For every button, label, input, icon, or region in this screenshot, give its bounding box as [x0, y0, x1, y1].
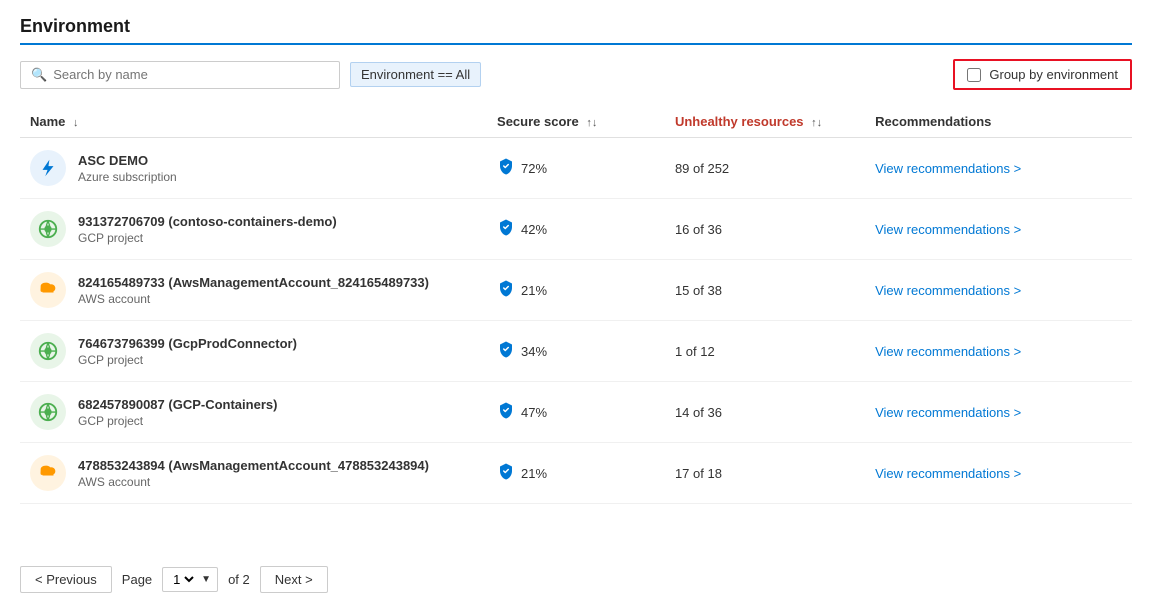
col-header-recommendations: Recommendations: [865, 106, 1132, 138]
shield-icon-5: [497, 462, 515, 485]
cell-unhealthy-5: 17 of 18: [665, 443, 865, 504]
resource-icon-3: [30, 333, 66, 369]
secure-score-sort-icon[interactable]: ↑↓: [586, 117, 597, 129]
cell-score-4: 47%: [487, 382, 665, 443]
search-box: 🔍: [20, 61, 340, 89]
unhealthy-value-0: 89 of 252: [675, 161, 729, 176]
filter-tag-label: Environment == All: [361, 67, 470, 82]
previous-button[interactable]: < Previous: [20, 566, 112, 593]
cell-recommendations-0: View recommendations >: [865, 138, 1132, 199]
score-value-4: 47%: [521, 405, 547, 420]
table-row: 478853243894 (AwsManagementAccount_47885…: [20, 443, 1132, 504]
shield-icon-2: [497, 279, 515, 302]
name-sort-icon[interactable]: ↓: [73, 117, 79, 129]
shield-icon-0: [497, 157, 515, 180]
table-row: 931372706709 (contoso-containers-demo) G…: [20, 199, 1132, 260]
view-recommendations-link-0[interactable]: View recommendations >: [875, 161, 1021, 176]
cell-score-0: 72%: [487, 138, 665, 199]
view-recommendations-link-3[interactable]: View recommendations >: [875, 344, 1021, 359]
cell-unhealthy-3: 1 of 12: [665, 321, 865, 382]
unhealthy-sort-icon[interactable]: ↑↓: [811, 117, 822, 129]
search-input[interactable]: [53, 67, 329, 82]
next-button[interactable]: Next >: [260, 566, 328, 593]
score-value-5: 21%: [521, 466, 547, 481]
score-value-1: 42%: [521, 222, 547, 237]
table-scroll-area: Name ↓ Secure score ↑↓ Unhealthy resourc…: [20, 106, 1132, 554]
view-recommendations-link-2[interactable]: View recommendations >: [875, 283, 1021, 298]
cell-name-5: 478853243894 (AwsManagementAccount_47885…: [20, 443, 487, 504]
resource-name-1: 931372706709 (contoso-containers-demo): [78, 214, 337, 229]
chevron-down-icon: ▼: [201, 574, 211, 585]
table-row: 764673796399 (GcpProdConnector) GCP proj…: [20, 321, 1132, 382]
resource-icon-1: [30, 211, 66, 247]
resource-type-2: AWS account: [78, 292, 429, 306]
of-total-pages: of 2: [228, 572, 250, 587]
cell-recommendations-4: View recommendations >: [865, 382, 1132, 443]
cell-recommendations-3: View recommendations >: [865, 321, 1132, 382]
col-header-secure-score[interactable]: Secure score ↑↓: [487, 106, 665, 138]
cell-score-3: 34%: [487, 321, 665, 382]
page-select-wrap: 12 ▼: [162, 567, 218, 592]
cell-score-5: 21%: [487, 443, 665, 504]
environment-filter-tag[interactable]: Environment == All: [350, 62, 481, 87]
col-header-name[interactable]: Name ↓: [20, 106, 487, 138]
cell-name-0: ASC DEMO Azure subscription: [20, 138, 487, 199]
unhealthy-value-4: 14 of 36: [675, 405, 722, 420]
cell-recommendations-2: View recommendations >: [865, 260, 1132, 321]
cell-unhealthy-4: 14 of 36: [665, 382, 865, 443]
resource-type-4: GCP project: [78, 414, 277, 428]
resource-icon-4: [30, 394, 66, 430]
resource-name-5: 478853243894 (AwsManagementAccount_47885…: [78, 458, 429, 473]
cell-unhealthy-2: 15 of 38: [665, 260, 865, 321]
resource-name-3: 764673796399 (GcpProdConnector): [78, 336, 297, 351]
unhealthy-value-5: 17 of 18: [675, 466, 722, 481]
table-row: 682457890087 (GCP-Containers) GCP projec…: [20, 382, 1132, 443]
page-select[interactable]: 12: [169, 571, 197, 588]
resource-icon-5: [30, 455, 66, 491]
table-row: ASC DEMO Azure subscription 72%: [20, 138, 1132, 199]
resource-icon-0: [30, 150, 66, 186]
search-icon: 🔍: [31, 67, 47, 83]
resource-name-4: 682457890087 (GCP-Containers): [78, 397, 277, 412]
table-row: 824165489733 (AwsManagementAccount_82416…: [20, 260, 1132, 321]
shield-icon-4: [497, 401, 515, 424]
environments-table: Name ↓ Secure score ↑↓ Unhealthy resourc…: [20, 106, 1132, 504]
cell-score-1: 42%: [487, 199, 665, 260]
cell-recommendations-1: View recommendations >: [865, 199, 1132, 260]
page-title: Environment: [20, 16, 1132, 45]
cell-name-2: 824165489733 (AwsManagementAccount_82416…: [20, 260, 487, 321]
group-by-environment-label: Group by environment: [989, 67, 1118, 82]
cell-recommendations-5: View recommendations >: [865, 443, 1132, 504]
cell-name-1: 931372706709 (contoso-containers-demo) G…: [20, 199, 487, 260]
pagination-bar: < Previous Page 12 ▼ of 2 Next >: [20, 566, 1132, 593]
resource-name-2: 824165489733 (AwsManagementAccount_82416…: [78, 275, 429, 290]
cell-name-3: 764673796399 (GcpProdConnector) GCP proj…: [20, 321, 487, 382]
resource-icon-2: [30, 272, 66, 308]
page-label: Page: [122, 572, 152, 587]
shield-icon-3: [497, 340, 515, 363]
resource-name-0: ASC DEMO: [78, 153, 177, 168]
cell-unhealthy-0: 89 of 252: [665, 138, 865, 199]
score-value-0: 72%: [521, 161, 547, 176]
cell-unhealthy-1: 16 of 36: [665, 199, 865, 260]
unhealthy-value-3: 1 of 12: [675, 344, 715, 359]
shield-icon-1: [497, 218, 515, 241]
resource-type-5: AWS account: [78, 475, 429, 489]
cell-score-2: 21%: [487, 260, 665, 321]
col-header-unhealthy[interactable]: Unhealthy resources ↑↓: [665, 106, 865, 138]
unhealthy-value-2: 15 of 38: [675, 283, 722, 298]
group-by-environment-checkbox[interactable]: [967, 68, 981, 82]
resource-type-3: GCP project: [78, 353, 297, 367]
cell-name-4: 682457890087 (GCP-Containers) GCP projec…: [20, 382, 487, 443]
view-recommendations-link-4[interactable]: View recommendations >: [875, 405, 1021, 420]
score-value-2: 21%: [521, 283, 547, 298]
score-value-3: 34%: [521, 344, 547, 359]
view-recommendations-link-5[interactable]: View recommendations >: [875, 466, 1021, 481]
view-recommendations-link-1[interactable]: View recommendations >: [875, 222, 1021, 237]
resource-type-0: Azure subscription: [78, 170, 177, 184]
group-by-environment-control[interactable]: Group by environment: [953, 59, 1132, 90]
resource-type-1: GCP project: [78, 231, 337, 245]
unhealthy-value-1: 16 of 36: [675, 222, 722, 237]
